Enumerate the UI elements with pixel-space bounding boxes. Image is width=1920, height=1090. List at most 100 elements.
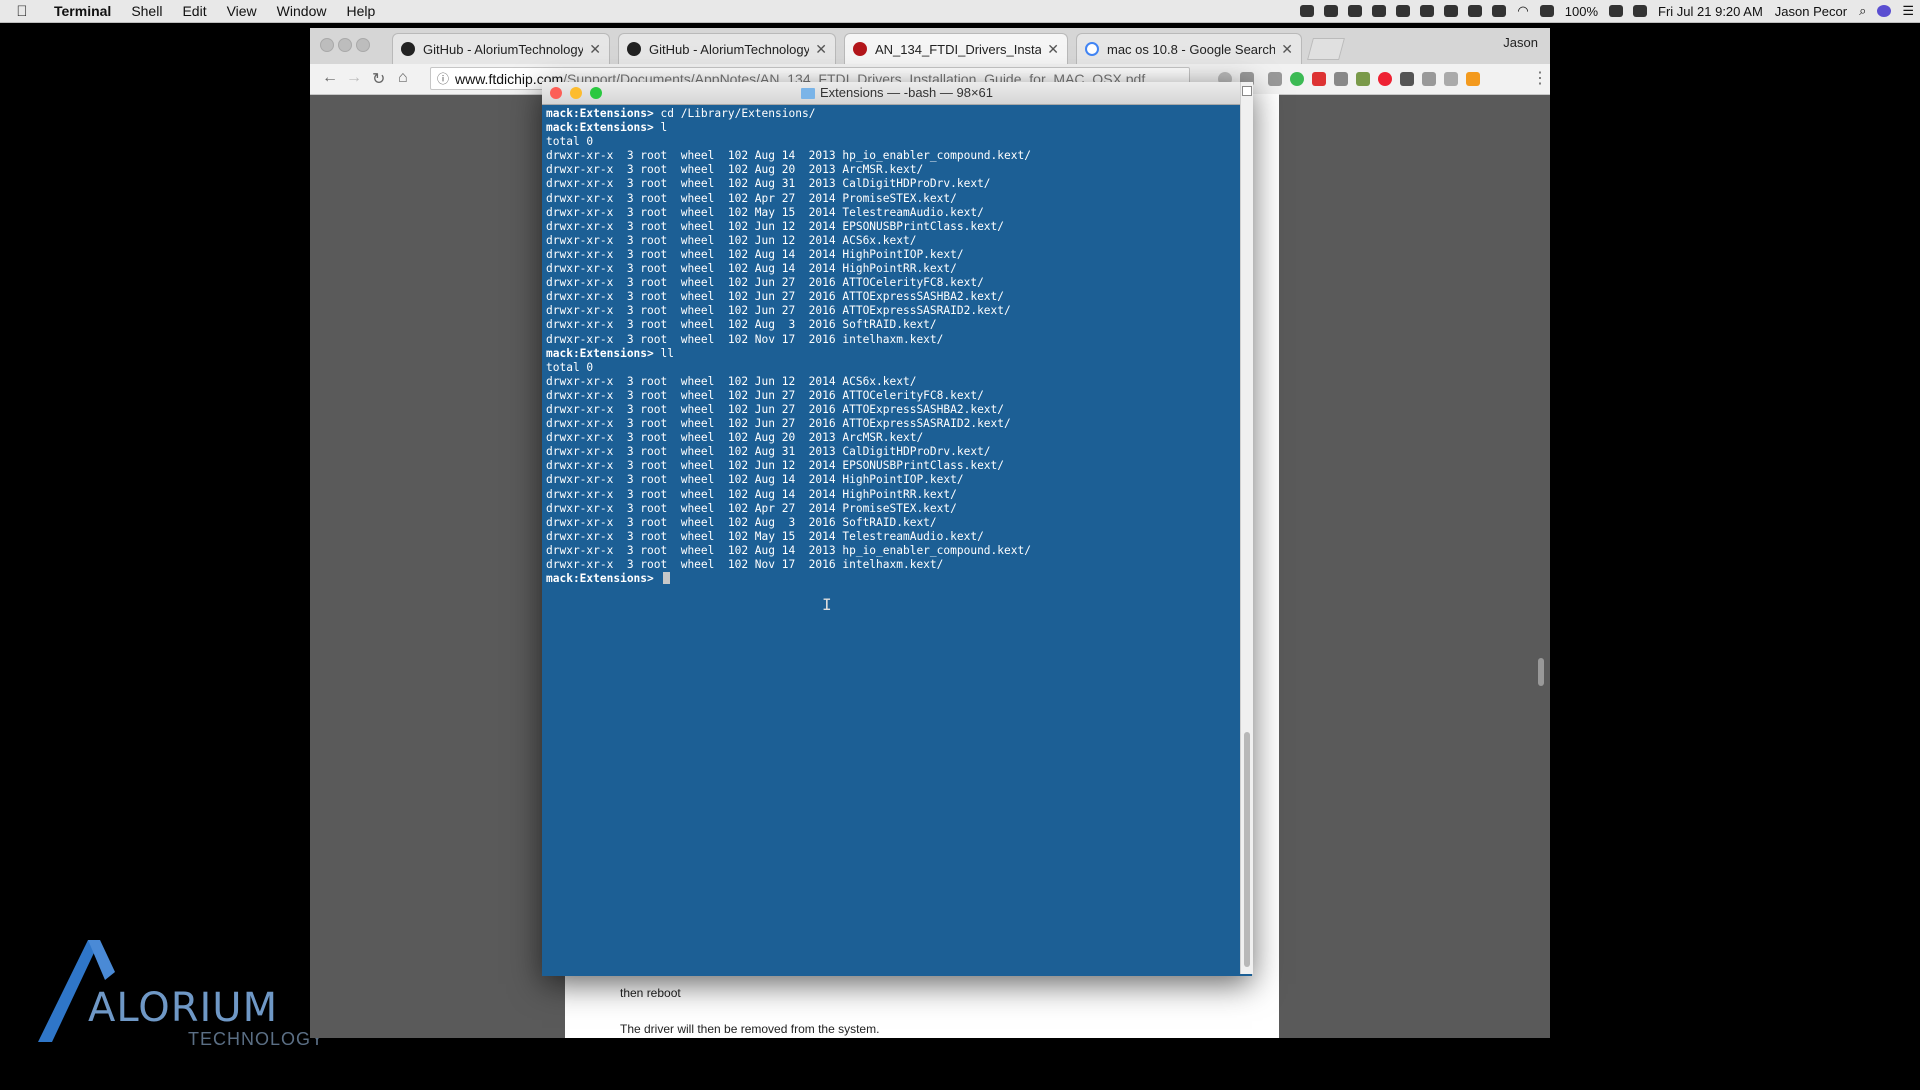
status-app-icon[interactable] <box>1300 5 1315 17</box>
output-text: drwxr-xr-x 3 root wheel 102 Aug 31 2013 … <box>546 445 991 459</box>
browser-minimize-button[interactable] <box>338 38 352 52</box>
tab-close-icon[interactable]: ✕ <box>1281 41 1293 58</box>
output-text: drwxr-xr-x 3 root wheel 102 Apr 27 2014 … <box>546 501 957 515</box>
scroll-split-icon[interactable] <box>1242 86 1252 96</box>
output-text: drwxr-xr-x 3 root wheel 102 Aug 14 2013 … <box>546 149 1031 163</box>
new-tab-button[interactable] <box>1307 38 1345 60</box>
menu-help[interactable]: Help <box>336 3 385 19</box>
sync-icon[interactable] <box>1372 5 1387 17</box>
menu-view[interactable]: View <box>217 3 267 19</box>
extension-red-icon[interactable] <box>1312 72 1326 86</box>
spotlight-search-icon[interactable]: ⌕ <box>1853 3 1872 19</box>
tab-close-icon[interactable]: ✕ <box>589 41 601 58</box>
home-icon[interactable]: ⌂ <box>398 69 408 87</box>
terminal-close-button[interactable] <box>550 87 562 99</box>
wifi-icon[interactable]: ◠ <box>1511 3 1534 19</box>
back-arrow-icon[interactable]: ← <box>322 69 338 87</box>
cloud-icon[interactable] <box>1348 5 1363 17</box>
output-text: drwxr-xr-x 3 root wheel 102 Jun 27 2016 … <box>546 402 1005 416</box>
tab-title: GitHub - AloriumTechnology/X <box>423 41 584 57</box>
forward-arrow-icon[interactable]: → <box>346 69 362 87</box>
command-text: cd /Library/Extensions/ <box>660 107 816 120</box>
output-text: drwxr-xr-x 3 root wheel 102 Aug 20 2013 … <box>546 431 924 445</box>
tab-title: AN_134_FTDI_Drivers_Installat <box>875 41 1042 57</box>
tab-close-icon[interactable]: ✕ <box>1047 41 1059 58</box>
user-name[interactable]: Jason Pecor <box>1769 4 1853 19</box>
terminal-output-line: drwxr-xr-x 3 root wheel 102 Aug 14 2014 … <box>546 248 1230 262</box>
terminal-output-line: drwxr-xr-x 3 root wheel 102 Aug 31 2013 … <box>546 445 1230 459</box>
menu-edit[interactable]: Edit <box>172 3 216 19</box>
camera-icon[interactable] <box>1324 5 1339 17</box>
rss-icon[interactable] <box>1466 72 1480 86</box>
power-icon[interactable] <box>1468 5 1483 17</box>
clock[interactable]: Fri Jul 21 9:20 AM <box>1652 4 1769 19</box>
terminal-output-line: total 0 <box>546 135 1230 149</box>
output-text: total 0 <box>546 360 594 374</box>
output-text: drwxr-xr-x 3 root wheel 102 Jun 27 2016 … <box>546 388 984 402</box>
terminal-output-line: total 0 <box>546 361 1230 375</box>
extension-gear-icon[interactable] <box>1334 72 1348 86</box>
tab-google-search[interactable]: mac os 10.8 - Google Search ✕ <box>1076 33 1302 64</box>
terminal-output-line: drwxr-xr-x 3 root wheel 102 May 15 2014 … <box>546 530 1230 544</box>
browser-zoom-button[interactable] <box>356 38 370 52</box>
output-text: total 0 <box>546 135 594 149</box>
extension-leaf-icon[interactable] <box>1356 72 1370 86</box>
shell-prompt: mack:Extensions> <box>546 107 661 120</box>
notification-center-icon[interactable]: ☰ <box>1896 3 1920 19</box>
terminal-output-line: drwxr-xr-x 3 root wheel 102 Aug 20 2013 … <box>546 431 1230 445</box>
terminal-output-line: drwxr-xr-x 3 root wheel 102 Jun 27 2016 … <box>546 403 1230 417</box>
output-text: drwxr-xr-x 3 root wheel 102 Aug 14 2014 … <box>546 473 964 487</box>
terminal-scroll-thumb[interactable] <box>1244 732 1250 967</box>
apple-menu-icon[interactable]:  <box>0 3 44 20</box>
terminal-scrollbar[interactable] <box>1240 82 1253 974</box>
terminal-zoom-button[interactable] <box>590 87 602 99</box>
text-cursor <box>662 572 670 585</box>
shield-icon[interactable] <box>1396 5 1411 17</box>
flag-icon[interactable] <box>1633 5 1648 17</box>
browser-close-button[interactable] <box>320 38 334 52</box>
tab-ftdi-pdf[interactable]: AN_134_FTDI_Drivers_Installat ✕ <box>844 33 1068 64</box>
bluetooth-icon[interactable] <box>1492 5 1507 17</box>
ftdi-icon <box>853 42 867 56</box>
airplay-icon[interactable] <box>1539 5 1554 17</box>
cloud-upload-icon[interactable] <box>1420 5 1435 17</box>
output-text: drwxr-xr-x 3 root wheel 102 Jun 27 2016 … <box>546 304 1011 318</box>
logo-word: ALORIUM <box>88 985 279 1031</box>
terminal-title-bar[interactable]: Extensions — -bash — 98×61 <box>542 82 1252 105</box>
menu-window[interactable]: Window <box>267 3 337 19</box>
menu-app-terminal[interactable]: Terminal <box>44 3 121 19</box>
menu-kebab-icon[interactable]: ⋮ <box>1532 68 1548 88</box>
extension-layers-icon[interactable] <box>1400 72 1414 86</box>
terminal-output-line: drwxr-xr-x 3 root wheel 102 Apr 27 2014 … <box>546 192 1230 206</box>
extension-puzzle-icon[interactable] <box>1422 72 1436 86</box>
terminal-command-line: mack:Extensions> l <box>546 121 1230 135</box>
pocket-icon[interactable] <box>1268 72 1282 86</box>
siri-icon[interactable] <box>1877 5 1892 17</box>
profile-button[interactable]: Jason <box>1503 35 1538 50</box>
battery-icon[interactable] <box>1609 5 1624 17</box>
battery-percent[interactable]: 100% <box>1559 4 1604 19</box>
output-text: drwxr-xr-x 3 root wheel 102 Aug 3 2016 S… <box>546 515 937 529</box>
tab-close-icon[interactable]: ✕ <box>815 41 827 58</box>
alorium-logo: ALORIUM TECHNOLOGY <box>30 930 323 1050</box>
pdf-text-line: The driver will then be removed from the… <box>620 1022 880 1036</box>
terminal-window: Extensions — -bash — 98×61 mack:Extensio… <box>542 82 1252 976</box>
terminal-output-line: drwxr-xr-x 3 root wheel 102 Aug 14 2014 … <box>546 262 1230 276</box>
time-machine-icon[interactable] <box>1444 5 1459 17</box>
terminal-minimize-button[interactable] <box>570 87 582 99</box>
reload-icon[interactable]: ↻ <box>372 69 385 89</box>
terminal-output-line: drwxr-xr-x 3 root wheel 102 Jun 27 2016 … <box>546 304 1230 318</box>
tab-github-1[interactable]: GitHub - AloriumTechnology/X ✕ <box>392 33 610 64</box>
page-scrollbar[interactable] <box>1538 658 1544 686</box>
shell-prompt: mack:Extensions> <box>546 572 661 586</box>
extension-opera-icon[interactable] <box>1378 72 1392 86</box>
terminal-output-line: drwxr-xr-x 3 root wheel 102 Aug 31 2013 … <box>546 177 1230 191</box>
extension-green-icon[interactable] <box>1290 72 1304 86</box>
terminal-output-line: drwxr-xr-x 3 root wheel 102 Jun 27 2016 … <box>546 389 1230 403</box>
tab-github-2[interactable]: GitHub - AloriumTechnology/X ✕ <box>618 33 836 64</box>
menu-shell[interactable]: Shell <box>121 3 172 19</box>
terminal-output[interactable]: mack:Extensions> cd /Library/Extensions/… <box>546 107 1230 971</box>
cast-icon[interactable] <box>1444 72 1458 86</box>
terminal-output-line: drwxr-xr-x 3 root wheel 102 May 15 2014 … <box>546 206 1230 220</box>
info-icon[interactable]: ⓘ <box>437 68 449 89</box>
